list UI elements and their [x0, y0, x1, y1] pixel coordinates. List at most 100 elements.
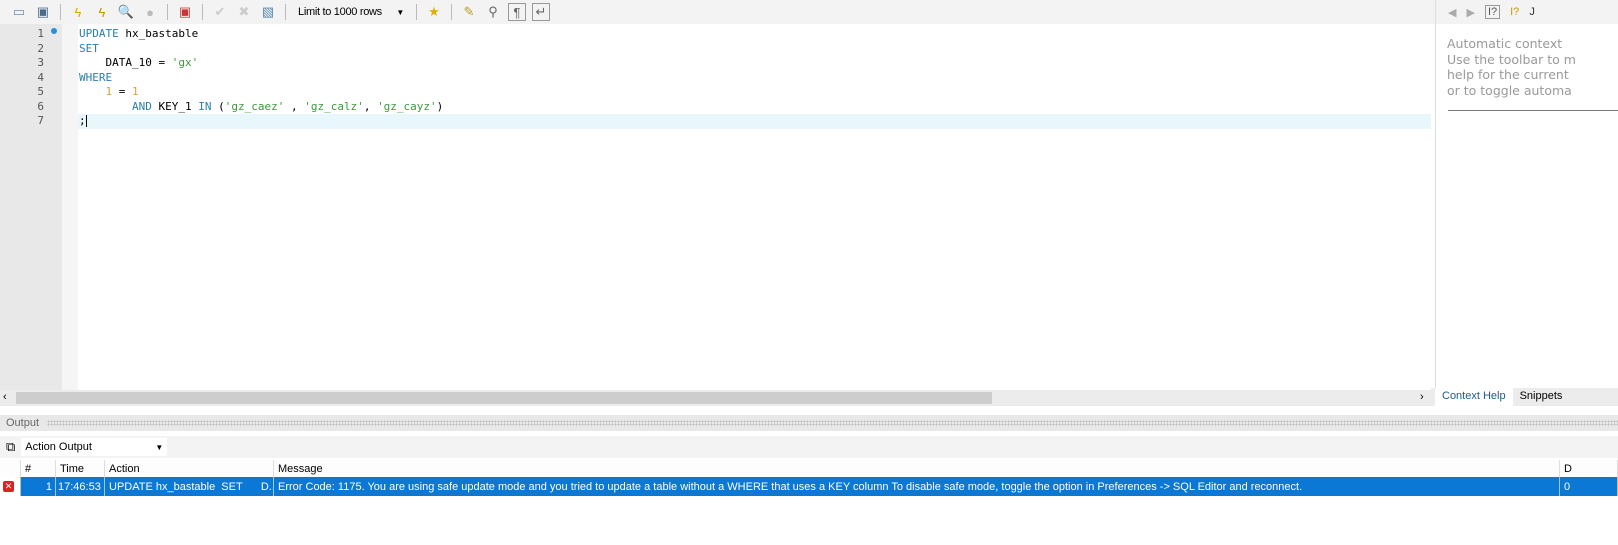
invisible-chars-icon[interactable]: ¶ [508, 3, 526, 21]
code-token: 'gz_caez' [224, 99, 285, 113]
row-action: UPDATE hx_bastable SET D... [105, 477, 274, 496]
beautify-icon[interactable]: ✎ [460, 3, 478, 21]
chevron-down-icon: ▼ [396, 7, 404, 17]
code-token: = [112, 85, 132, 98]
code-token: 'gx' [171, 56, 199, 69]
column-header-number[interactable]: # [21, 460, 56, 477]
scrollbar-thumb[interactable] [16, 392, 992, 404]
back-icon[interactable]: ◀ [1448, 6, 1456, 19]
limit-rows-label: Limit to 1000 rows [298, 6, 382, 18]
find-icon[interactable]: ⚲ [484, 3, 502, 21]
execute-current-icon[interactable]: ϟ [93, 3, 111, 21]
code-token: SET [79, 41, 99, 55]
horizontal-scrollbar[interactable]: ‹ › [0, 390, 1431, 406]
help-line: Automatic context [1447, 36, 1563, 51]
column-header-time[interactable]: Time [56, 460, 105, 477]
row-time: 17:46:53 [56, 477, 105, 496]
explain-icon[interactable]: 🔍 [117, 3, 135, 21]
auto-help-icon[interactable]: I? [1510, 6, 1519, 18]
tab-context-help[interactable]: Context Help [1435, 388, 1513, 406]
jump-label[interactable]: J [1529, 6, 1535, 18]
commit-icon[interactable]: ✔ [211, 3, 229, 21]
add-snippet-icon[interactable]: ★ [425, 3, 443, 21]
help-text: Automatic context Use the toolbar to m h… [1436, 24, 1618, 98]
tab-snippets[interactable]: Snippets [1513, 388, 1570, 406]
error-icon: ✕ [0, 477, 21, 496]
help-line: help for the current [1447, 67, 1569, 82]
separator [60, 4, 61, 20]
text-cursor [85, 115, 87, 127]
rollback-icon[interactable]: ✖ [235, 3, 253, 21]
code-token: , [284, 99, 305, 113]
code-line: UPDATE hx_bastable [78, 27, 1431, 42]
context-help-panel: ◀ ▶ I? I? J Automatic context Use the to… [1435, 0, 1618, 406]
right-panel-tabs: Context Help Snippets [1431, 388, 1618, 406]
column-header-message[interactable]: Message [274, 460, 1560, 477]
line-number-gutter: 1234567 [0, 24, 62, 390]
code-token: 'gz_cayz' [377, 99, 437, 113]
code-line: WHERE [78, 71, 1431, 86]
limit-rows-select[interactable]: Limit to 1000 rows ▼ [294, 3, 408, 21]
autocommit-icon[interactable]: ▧ [259, 3, 277, 21]
copy-icon[interactable]: ⧉ [6, 439, 15, 455]
line-number: 5 [37, 85, 44, 98]
execute-icon[interactable]: ϟ [69, 3, 87, 21]
sql-editor[interactable]: UPDATE hx_bastable SET DATA_10 = 'gx' WHER… [78, 24, 1431, 390]
code-token: 1 [132, 85, 139, 98]
status-column-header [0, 460, 21, 477]
separator [451, 4, 452, 20]
row-duration: 0 [1560, 477, 1618, 496]
help-line: or to toggle automa [1447, 82, 1572, 98]
code-token: ) [436, 99, 444, 113]
output-title: Output [6, 417, 40, 429]
output-type-label: Action Output [25, 441, 92, 453]
code-token: UPDATE [79, 27, 119, 40]
line-number: 6 [37, 99, 44, 113]
code-line: ; [78, 114, 1431, 129]
help-toolbar: ◀ ▶ I? I? J [1436, 0, 1618, 24]
code-token: ( [211, 99, 225, 113]
row-message: Error Code: 1175. You are using safe upd… [274, 477, 1560, 496]
code-token: ; [79, 114, 86, 127]
help-line: Use the toolbar to m [1447, 51, 1576, 67]
forward-icon[interactable]: ▶ [1466, 6, 1474, 19]
code-token: 'gz_calz' [304, 99, 364, 113]
separator [202, 4, 203, 20]
statement-marker-icon [51, 28, 57, 34]
code-line: AND KEY_1 IN ('gz_caez' , 'gz_calz', 'gz… [78, 100, 1431, 115]
line-number: 2 [37, 41, 44, 55]
wrap-icon[interactable]: ↵ [532, 3, 550, 21]
scroll-left-icon[interactable]: ‹ [3, 391, 7, 403]
save-icon[interactable]: ▣ [34, 3, 52, 21]
editor-toolbar: ▭ ▣ ϟ ϟ 🔍 ● ▣ ✔ ✖ ▧ Limit to 1000 rows ▼ … [0, 0, 1435, 24]
drag-handle[interactable] [47, 420, 1618, 426]
code-token: AND [131, 99, 152, 113]
open-folder-icon[interactable]: ▭ [10, 3, 28, 21]
scroll-right-icon[interactable]: › [1420, 391, 1424, 403]
chevron-down-icon: ▼ [155, 442, 164, 452]
code-line: DATA_10 = 'gx' [78, 56, 1431, 71]
code-line: 1 = 1 [78, 85, 1431, 100]
code-token: KEY_1 [151, 99, 199, 113]
output-header: Output [0, 415, 1618, 431]
line-number: 3 [37, 56, 44, 69]
code-token: hx_bastable [118, 27, 199, 40]
manual-help-icon[interactable]: I? [1484, 5, 1501, 19]
toggle-error-icon[interactable]: ▣ [176, 3, 194, 21]
code-token: DATA_10 = [79, 56, 172, 69]
stop-icon[interactable]: ● [141, 3, 159, 21]
code-line: SET [78, 42, 1431, 57]
column-header-duration[interactable]: D [1560, 460, 1618, 477]
row-number: 1 [21, 477, 56, 496]
separator [167, 4, 168, 20]
code-token: IN [198, 99, 212, 113]
output-type-select[interactable]: Action Output ▼ [21, 438, 168, 456]
separator [285, 4, 286, 20]
line-number: 1 [37, 27, 44, 40]
output-selector-bar: ⧉ Action Output ▼ [0, 436, 1618, 458]
column-header-action[interactable]: Action [105, 460, 274, 477]
line-number: 4 [37, 70, 44, 84]
table-row[interactable]: ✕ 1 17:46:53 UPDATE hx_bastable SET D...… [0, 477, 1618, 496]
